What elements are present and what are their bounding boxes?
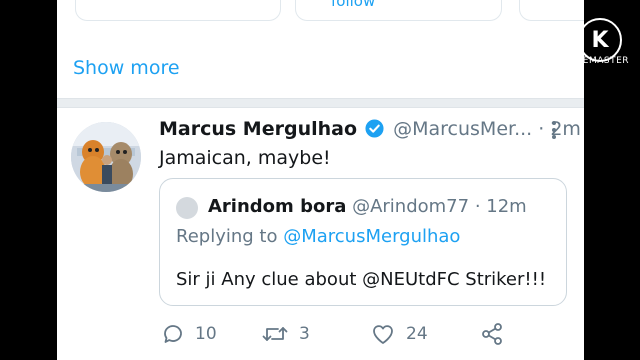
separator-dot: · <box>474 196 481 217</box>
retweet-icon <box>262 327 288 341</box>
author-name[interactable]: Marcus Mergulhao <box>159 118 357 140</box>
separator-dot: · <box>538 118 545 140</box>
tweet-text: Jamaican, maybe! <box>159 147 331 169</box>
quoted-author-handle: @Arindom77 <box>352 196 470 217</box>
like-count: 24 <box>406 324 428 344</box>
replying-to-handle[interactable]: @MarcusMergulhao <box>283 226 460 247</box>
retweet-button[interactable]: 3 <box>261 322 310 346</box>
share-icon <box>482 323 502 345</box>
more-options-icon[interactable] <box>552 121 558 142</box>
tweet-thread-screen: follow Show more Marcus Mergulhao @Marcu… <box>57 0 584 360</box>
reply-count: 10 <box>195 324 217 344</box>
tweet-header: Marcus Mergulhao @MarcusMer... · 2m <box>159 118 581 143</box>
suggestion-card[interactable] <box>519 0 584 21</box>
suggestion-card[interactable] <box>75 0 281 21</box>
quoted-author-avatar <box>176 197 198 219</box>
reply-button[interactable]: 10 <box>161 322 217 346</box>
reply-icon <box>164 325 182 343</box>
follow-button[interactable]: follow <box>331 0 375 10</box>
avatar-photo <box>71 122 141 192</box>
heart-icon <box>373 325 393 344</box>
author-handle[interactable]: @MarcusMer... <box>393 118 532 140</box>
show-more-link[interactable]: Show more <box>73 57 180 79</box>
verified-badge-icon <box>365 119 384 143</box>
author-avatar[interactable] <box>71 122 141 192</box>
quoted-tweet-header: Arindom bora @Arindom77 · 12m <box>208 196 527 217</box>
quoted-tweet[interactable]: Arindom bora @Arindom77 · 12m Replying t… <box>159 178 567 306</box>
like-button[interactable]: 24 <box>370 322 428 346</box>
retweet-count: 3 <box>299 324 310 344</box>
quoted-tweet-timestamp: 12m <box>486 196 527 217</box>
quoted-author-name: Arindom bora <box>208 196 347 217</box>
quoted-tweet-text: Sir ji Any clue about @NEUtdFC Striker!!… <box>176 269 547 290</box>
share-button[interactable] <box>480 322 504 346</box>
replying-to-line: Replying to @MarcusMergulhao <box>176 226 460 247</box>
replying-to-label: Replying to <box>176 226 278 247</box>
section-divider <box>57 98 584 108</box>
watermark-glyph: K <box>591 27 609 53</box>
suggestion-card[interactable] <box>295 0 502 21</box>
watermark-text: KINEMASTER <box>566 56 630 66</box>
